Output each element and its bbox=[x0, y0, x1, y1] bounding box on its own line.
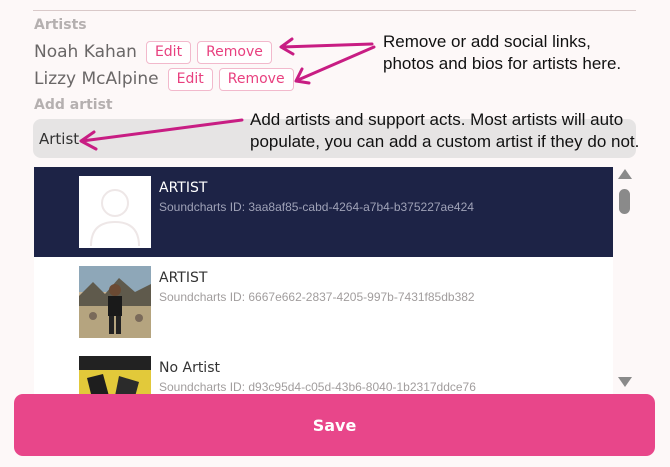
remove-artist-button[interactable]: Remove bbox=[218, 67, 294, 91]
section-divider bbox=[33, 10, 636, 11]
artist-avatar-placeholder-icon bbox=[79, 176, 151, 248]
result-soundcharts-id: Soundcharts ID: 3aa8af85-cabd-4264-a7b4-… bbox=[159, 200, 474, 214]
arrow-to-noah-remove-icon bbox=[279, 37, 374, 56]
annotation-line: photos and bios for artists here. bbox=[383, 54, 622, 73]
artist-photo bbox=[79, 356, 151, 395]
artist-row-noah-kahan: Noah Kahan Edit Remove bbox=[34, 40, 278, 64]
edit-artist-button[interactable]: Edit bbox=[167, 67, 213, 91]
scroll-down-arrow-icon[interactable] bbox=[618, 377, 632, 387]
save-button[interactable]: Save bbox=[14, 394, 655, 456]
arrow-to-lizzy-remove-icon bbox=[294, 45, 376, 85]
scroll-thumb[interactable] bbox=[619, 189, 630, 214]
result-title: ARTIST bbox=[159, 270, 208, 286]
edit-artist-button[interactable]: Edit bbox=[145, 40, 192, 64]
artist-row-lizzy-mcalpine: Lizzy McAlpine Edit Remove bbox=[34, 67, 300, 91]
artist-name: Noah Kahan bbox=[34, 42, 137, 62]
remove-artist-button[interactable]: Remove bbox=[197, 40, 272, 64]
annotation-add-artists: Add artists and support acts. Most artis… bbox=[250, 109, 639, 153]
annotation-line: Add artists and support acts. Most artis… bbox=[250, 110, 624, 129]
result-item[interactable]: ARTIST Soundcharts ID: 6667e662-2837-420… bbox=[34, 257, 613, 347]
annotation-line: populate, you can add a custom artist if… bbox=[250, 132, 640, 151]
annotation-artist-links: Remove or add social links, photos and b… bbox=[383, 31, 621, 75]
scroll-up-arrow-icon[interactable] bbox=[618, 169, 632, 179]
result-item[interactable]: ARTIST Soundcharts ID: 3aa8af85-cabd-426… bbox=[34, 167, 613, 257]
result-soundcharts-id: Soundcharts ID: d93c95d4-c05d-43b6-8040-… bbox=[159, 380, 476, 394]
artists-section-label: Artists bbox=[34, 17, 87, 33]
result-item[interactable]: No Artist Soundcharts ID: d93c95d4-c05d-… bbox=[34, 347, 613, 395]
result-title: ARTIST bbox=[159, 180, 208, 196]
results-scrollbar[interactable] bbox=[616, 167, 634, 395]
search-input-value: Artist bbox=[39, 129, 80, 148]
artist-photo bbox=[79, 266, 151, 338]
add-artist-label: Add artist bbox=[34, 97, 113, 113]
artist-name: Lizzy McAlpine bbox=[34, 69, 159, 89]
result-title: No Artist bbox=[159, 360, 220, 376]
result-soundcharts-id: Soundcharts ID: 6667e662-2837-4205-997b-… bbox=[159, 290, 475, 304]
annotation-line: Remove or add social links, bbox=[383, 32, 591, 51]
artist-results-list: ARTIST Soundcharts ID: 3aa8af85-cabd-426… bbox=[34, 167, 613, 395]
